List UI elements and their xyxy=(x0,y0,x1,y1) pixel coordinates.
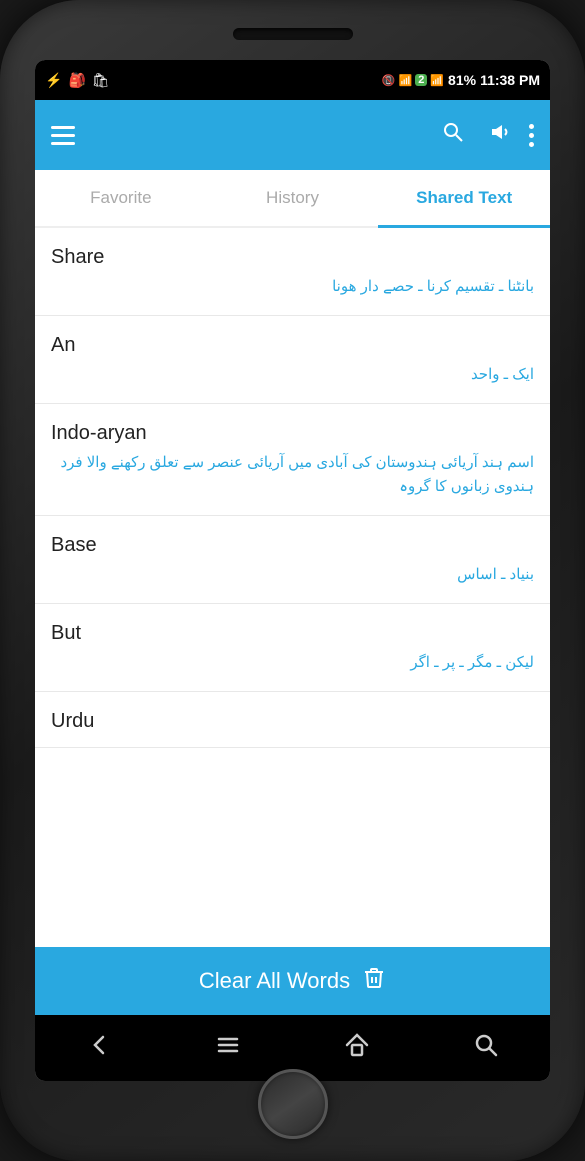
word-english-an: An xyxy=(51,334,534,357)
wifi-icon: 📶 xyxy=(399,74,413,87)
tab-favorite-label: Favorite xyxy=(90,188,151,208)
status-right: 📵 📶 2 📶 81% 11:38 PM xyxy=(382,72,540,88)
tabs-container: Favorite History Shared Text xyxy=(35,170,550,228)
menu-button[interactable] xyxy=(51,126,75,145)
word-item-indo-aryan[interactable]: Indo-aryan اسم ہند آریائی ہندوستان کی آب… xyxy=(35,404,550,516)
status-bar: ⚡ 🎒 🛍 📵 📶 2 📶 81% 11:38 PM xyxy=(35,60,550,100)
physical-home-button[interactable] xyxy=(258,1069,328,1139)
word-urdu-an: ایک ـ واحد xyxy=(51,363,534,387)
notification-badge: 2 xyxy=(415,74,427,86)
volume-button[interactable] xyxy=(481,112,521,158)
trash-icon xyxy=(362,966,386,996)
signal-icon: 📶 xyxy=(430,74,444,87)
word-urdu-share: بانٹنا ـ تقسیم کرنا ـ حصے دار ھونا xyxy=(51,275,534,299)
clear-all-label: Clear All Words xyxy=(199,968,350,994)
app-icon-2: 🛍 xyxy=(92,72,110,89)
word-urdu-but: لیکن ـ مگر ـ پر ـ اگر xyxy=(51,651,534,675)
top-app-bar xyxy=(35,100,550,170)
word-item-base[interactable]: Base بنیاد ـ اساس xyxy=(35,516,550,604)
home-button-nav[interactable] xyxy=(327,1023,387,1074)
phone-frame: ⚡ 🎒 🛍 📵 📶 2 📶 81% 11:38 PM xyxy=(0,0,585,1161)
home-menu-button[interactable] xyxy=(198,1023,258,1074)
dot-3 xyxy=(529,142,534,147)
signal-icons: 📵 📶 2 📶 xyxy=(382,74,444,87)
clear-all-button[interactable]: Clear All Words xyxy=(35,947,550,1015)
status-left-icons: ⚡ 🎒 🛍 xyxy=(45,72,110,89)
phone-speaker xyxy=(233,28,353,40)
back-button[interactable] xyxy=(69,1023,129,1074)
tab-history-label: History xyxy=(266,188,319,208)
word-urdu-base: بنیاد ـ اساس xyxy=(51,563,534,587)
word-english-urdu: Urdu xyxy=(51,710,534,733)
dot-2 xyxy=(529,133,534,138)
search-nav-button[interactable] xyxy=(456,1023,516,1074)
hamburger-line-1 xyxy=(51,126,75,129)
screen: ⚡ 🎒 🛍 📵 📶 2 📶 81% 11:38 PM xyxy=(35,60,550,1081)
tab-shared-text-label: Shared Text xyxy=(416,188,512,208)
word-urdu-indo-aryan: اسم ہند آریائی ہندوستان کی آبادی میں آری… xyxy=(51,451,534,499)
tab-favorite[interactable]: Favorite xyxy=(35,170,207,226)
more-options-button[interactable] xyxy=(529,124,534,147)
word-list: Share بانٹنا ـ تقسیم کرنا ـ حصے دار ھونا… xyxy=(35,228,550,947)
time: 11:38 PM xyxy=(480,72,540,88)
app-icon-1: 🎒 xyxy=(68,72,85,89)
hamburger-line-2 xyxy=(51,134,75,137)
battery-level: 81% xyxy=(448,72,476,88)
word-item-urdu[interactable]: Urdu xyxy=(35,692,550,748)
usb-icon: ⚡ xyxy=(45,72,62,89)
word-english-but: But xyxy=(51,622,534,645)
word-english-share: Share xyxy=(51,246,534,269)
tab-shared-text[interactable]: Shared Text xyxy=(378,170,550,226)
search-button[interactable] xyxy=(433,112,473,158)
top-bar-actions xyxy=(433,112,534,158)
hamburger-line-3 xyxy=(51,142,75,145)
no-sound-icon: 📵 xyxy=(382,74,396,87)
word-item-share[interactable]: Share بانٹنا ـ تقسیم کرنا ـ حصے دار ھونا xyxy=(35,228,550,316)
word-english-indo-aryan: Indo-aryan xyxy=(51,422,534,445)
word-item-but[interactable]: But لیکن ـ مگر ـ پر ـ اگر xyxy=(35,604,550,692)
word-english-base: Base xyxy=(51,534,534,557)
word-item-an[interactable]: An ایک ـ واحد xyxy=(35,316,550,404)
dot-1 xyxy=(529,124,534,129)
tab-history[interactable]: History xyxy=(207,170,379,226)
